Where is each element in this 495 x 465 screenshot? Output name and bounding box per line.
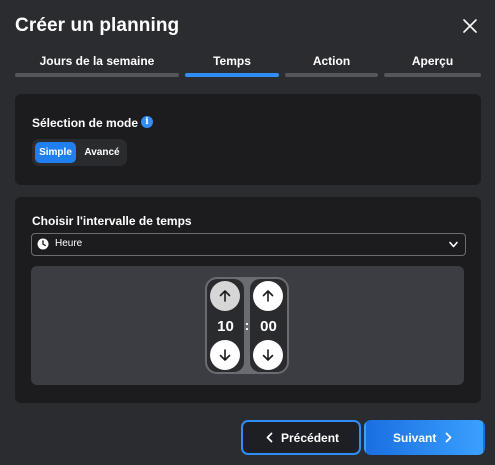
chevron-right-icon [445, 432, 452, 443]
step-progress-bar-active [185, 73, 279, 77]
time-interval-panel: Choisir l'intervalle de temps Heure 10:… [15, 197, 481, 403]
arrow-up-icon [219, 290, 231, 302]
mode-advanced-button[interactable]: Avancé [80, 142, 124, 163]
arrow-down-icon [219, 349, 231, 361]
minutes-up-button[interactable] [253, 281, 283, 311]
step-progress-bar [285, 73, 378, 77]
next-button-label: Suivant [393, 431, 437, 445]
step-apercu[interactable]: Aperçu [384, 54, 481, 77]
step-label: Action [312, 54, 351, 68]
info-icon[interactable]: i [141, 116, 153, 128]
hours-value[interactable]: 10 [207, 318, 244, 335]
mode-selection-panel: Sélection de mode i Simple Avancé [15, 94, 481, 185]
mode-segmented-control: Simple Avancé [32, 139, 127, 166]
previous-button-label: Précédent [281, 431, 340, 445]
interval-unit-select[interactable]: Heure [31, 233, 466, 256]
select-value: Heure [55, 238, 83, 249]
clock-icon [37, 238, 49, 250]
step-label: Temps [213, 54, 251, 68]
dialog-title: Créer un planning [15, 15, 180, 36]
hours-down-button[interactable] [210, 340, 240, 370]
next-button[interactable]: Suivant [364, 420, 485, 455]
stepper: Jours de la semaine Temps Action Aperçu [15, 54, 481, 78]
minutes-column: 00 [250, 279, 287, 372]
previous-button[interactable]: Précédent [241, 420, 361, 455]
step-label: Jours de la semaine [39, 54, 155, 68]
time-picker: 10 : 00 [205, 277, 289, 374]
hours-column: 10 [207, 279, 244, 372]
arrow-up-icon [262, 290, 274, 302]
interval-panel-title: Choisir l'intervalle de temps [32, 214, 192, 228]
minutes-down-button[interactable] [253, 340, 283, 370]
mode-panel-title: Sélection de mode [32, 116, 139, 130]
create-schedule-dialog: Créer un planning Jours de la semaine Te… [0, 0, 495, 465]
step-progress-bar [384, 73, 481, 77]
arrow-down-icon [262, 349, 274, 361]
step-progress-bar [15, 73, 179, 77]
step-action[interactable]: Action [285, 54, 378, 77]
time-picker-area: 10 : 00 [31, 266, 464, 385]
step-jours[interactable]: Jours de la semaine [15, 54, 179, 77]
chevron-left-icon [266, 432, 273, 443]
step-temps[interactable]: Temps [185, 54, 279, 77]
mode-simple-button[interactable]: Simple [35, 142, 76, 163]
step-label: Aperçu [411, 54, 454, 68]
close-icon[interactable] [461, 17, 479, 35]
chevron-down-icon [449, 241, 458, 248]
minutes-value[interactable]: 00 [250, 318, 287, 335]
hours-up-button[interactable] [210, 281, 240, 311]
